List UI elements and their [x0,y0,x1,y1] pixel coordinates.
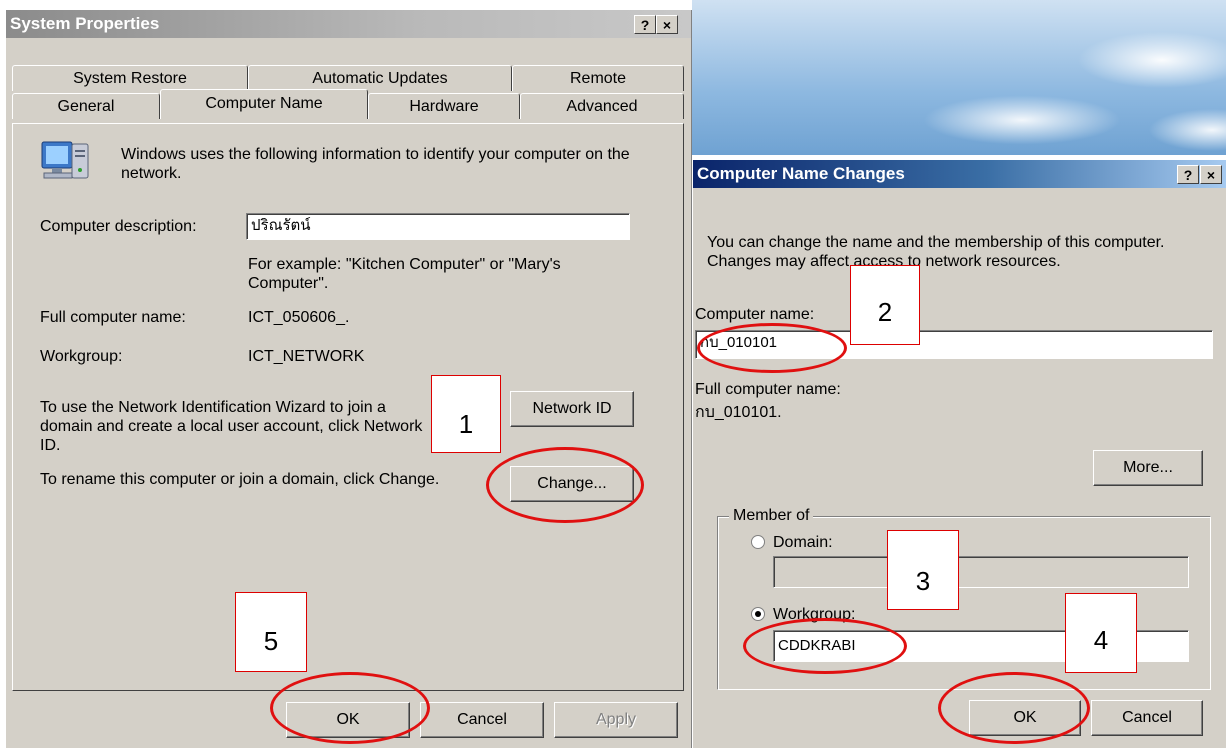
apply-button-label: Apply [595,711,637,728]
system-properties-dialog: System Properties ? × System Restore Aut… [6,10,692,748]
close-button[interactable]: × [656,15,678,34]
description-example-text: For example: "Kitchen Computer" or "Mary… [248,256,561,292]
step-2-callout: 2 [850,265,920,345]
intro-text: You can change the name and the membersh… [707,234,1165,270]
computer-description-label: Computer description: [40,218,197,235]
step-1-callout: 1 [431,375,501,453]
member-of-label: Member of [729,506,814,525]
step-4-callout: 4 [1065,593,1137,673]
computer-name-label: Computer name: [695,306,815,323]
full-computer-name-value: ICT_050606_. [248,309,350,326]
sysprops-ok-highlight [270,672,430,744]
workgroup-label: Workgroup: [40,348,123,365]
workgroup-highlight [743,618,907,674]
tab-general[interactable]: General [12,93,160,119]
tab-system-restore[interactable]: System Restore [12,65,248,91]
tab-advanced[interactable]: Advanced [520,93,684,119]
dialog-title: System Properties [10,14,160,33]
network-id-button[interactable]: Network ID [510,391,634,427]
desktop-background [692,0,1226,155]
step-5-callout: 5 [235,592,307,672]
cancel-button[interactable]: Cancel [1091,700,1203,736]
apply-button[interactable]: Apply [554,702,678,738]
dialog-title: Computer Name Changes [697,164,905,183]
tab-automatic-updates[interactable]: Automatic Updates [248,65,512,91]
computer-name-changes-titlebar[interactable]: Computer Name Changes [693,160,1226,188]
computer-description-input[interactable]: ปริณรัตน์ [246,213,630,240]
change-button-highlight [486,447,644,523]
full-computer-name-label: Full computer name: [695,381,841,398]
cnc-ok-highlight [938,672,1090,744]
full-computer-name-value: กบ_010101. [695,404,782,421]
computer-name-highlight [697,323,847,373]
system-properties-titlebar[interactable]: System Properties [6,10,691,38]
tab-remote[interactable]: Remote [512,65,684,91]
workgroup-radio[interactable] [751,607,765,621]
network-id-text: To use the Network Identification Wizard… [40,399,423,454]
help-button[interactable]: ? [634,15,656,34]
step-3-callout: 3 [887,530,959,610]
help-button[interactable]: ? [1177,165,1199,184]
domain-input[interactable] [773,556,1189,588]
full-computer-name-label: Full computer name: [40,309,186,326]
cancel-button[interactable]: Cancel [420,702,544,738]
domain-label: Domain: [773,534,833,551]
tab-computer-name[interactable]: Computer Name [160,89,368,119]
computer-icon [38,138,94,186]
domain-radio[interactable] [751,535,765,549]
rename-text: To rename this computer or join a domain… [40,471,440,488]
workgroup-value: ICT_NETWORK [248,348,365,365]
intro-text: Windows uses the following information t… [121,146,630,182]
tab-hardware[interactable]: Hardware [368,93,520,119]
close-button[interactable]: × [1200,165,1222,184]
more-button[interactable]: More... [1093,450,1203,486]
